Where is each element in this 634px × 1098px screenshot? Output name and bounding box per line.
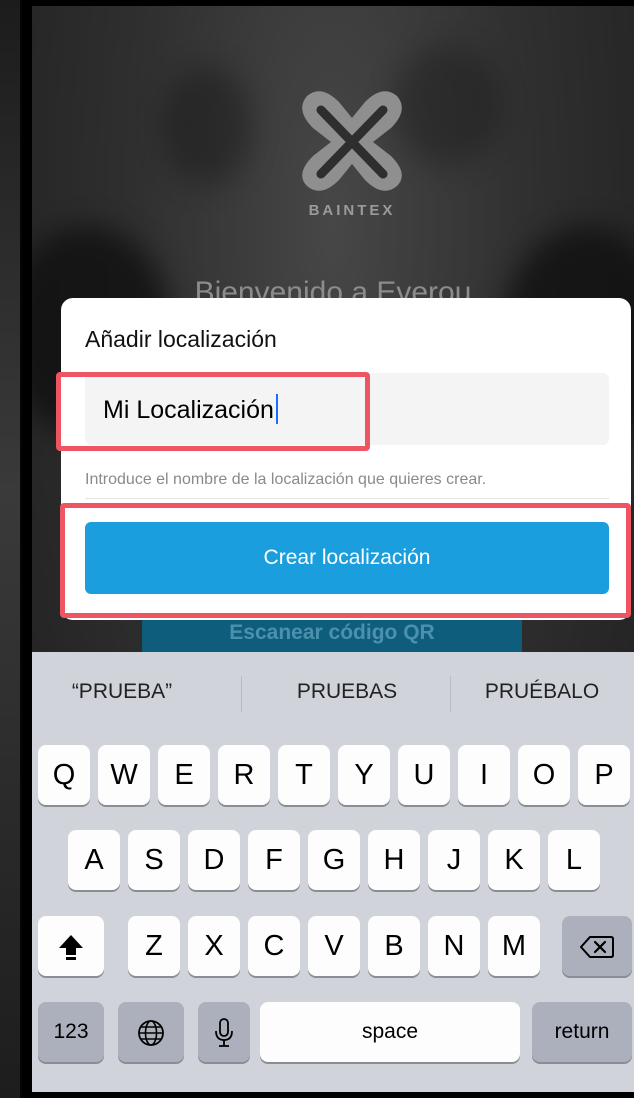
key-y[interactable]: Y xyxy=(338,745,390,805)
key-n[interactable]: N xyxy=(428,916,480,976)
key-e[interactable]: E xyxy=(158,745,210,805)
input-value: Mi Localización xyxy=(103,396,274,424)
key-c[interactable]: C xyxy=(248,916,300,976)
key-o[interactable]: O xyxy=(518,745,570,805)
previous-screen-edge xyxy=(0,0,22,1098)
numbers-key[interactable]: 123 xyxy=(38,1002,104,1062)
helper-text: Introduce el nombre de la localización q… xyxy=(85,471,487,488)
suggestion-3[interactable]: PRUÉBALO xyxy=(442,680,634,704)
key-a[interactable]: A xyxy=(68,830,120,890)
key-v[interactable]: V xyxy=(308,916,360,976)
baintex-logo: BAINTEX xyxy=(287,84,417,234)
key-j[interactable]: J xyxy=(428,830,480,890)
globe-key[interactable] xyxy=(118,1002,184,1062)
key-u[interactable]: U xyxy=(398,745,450,805)
key-b[interactable]: B xyxy=(368,916,420,976)
suggestion-2[interactable]: PRUEBAS xyxy=(247,680,447,704)
divider xyxy=(85,498,609,499)
key-x[interactable]: X xyxy=(188,916,240,976)
location-name-input[interactable]: Mi Localización xyxy=(85,373,609,445)
create-location-button[interactable]: Crear localización xyxy=(85,522,609,594)
screen: BAINTEX Bienvenido a Everou Escanear cód… xyxy=(0,0,634,1098)
globe-icon xyxy=(138,1020,164,1047)
key-l[interactable]: L xyxy=(548,830,600,890)
key-k[interactable]: K xyxy=(488,830,540,890)
text-caret xyxy=(275,394,278,425)
suggestion-1[interactable]: “PRUEBA” xyxy=(22,680,222,704)
key-d[interactable]: D xyxy=(188,830,240,890)
logo-text: BAINTEX xyxy=(308,202,396,219)
dictation-key[interactable] xyxy=(198,1002,250,1062)
key-p[interactable]: P xyxy=(578,745,630,805)
bg-shape xyxy=(162,66,252,186)
suggestion-divider xyxy=(241,676,242,712)
key-f[interactable]: F xyxy=(248,830,300,890)
x-logo-icon xyxy=(302,91,402,191)
microphone-icon xyxy=(215,1018,233,1048)
bottom-edge xyxy=(32,1092,634,1098)
key-h[interactable]: H xyxy=(368,830,420,890)
key-z[interactable]: Z xyxy=(128,916,180,976)
key-r[interactable]: R xyxy=(218,745,270,805)
key-m[interactable]: M xyxy=(488,916,540,976)
key-w[interactable]: W xyxy=(98,745,150,805)
key-q[interactable]: Q xyxy=(38,745,90,805)
space-key[interactable]: space xyxy=(260,1002,520,1062)
shift-icon xyxy=(59,935,83,961)
dialog-title: Añadir localización xyxy=(85,326,277,352)
input-value-wrap: Mi Localización xyxy=(103,394,278,426)
shift-key[interactable] xyxy=(38,916,104,976)
key-t[interactable]: T xyxy=(278,745,330,805)
return-key[interactable]: return xyxy=(532,1002,632,1062)
keyboard: “PRUEBA” PRUEBAS PRUÉBALO Q W E R T Y U … xyxy=(32,652,634,1092)
add-location-dialog: Añadir localización Mi Localización Intr… xyxy=(61,298,631,620)
suggestion-bar: “PRUEBA” PRUEBAS PRUÉBALO xyxy=(32,652,634,738)
key-i[interactable]: I xyxy=(458,745,510,805)
key-g[interactable]: G xyxy=(308,830,360,890)
delete-key[interactable] xyxy=(562,916,632,976)
backspace-icon xyxy=(580,936,614,959)
key-s[interactable]: S xyxy=(128,830,180,890)
